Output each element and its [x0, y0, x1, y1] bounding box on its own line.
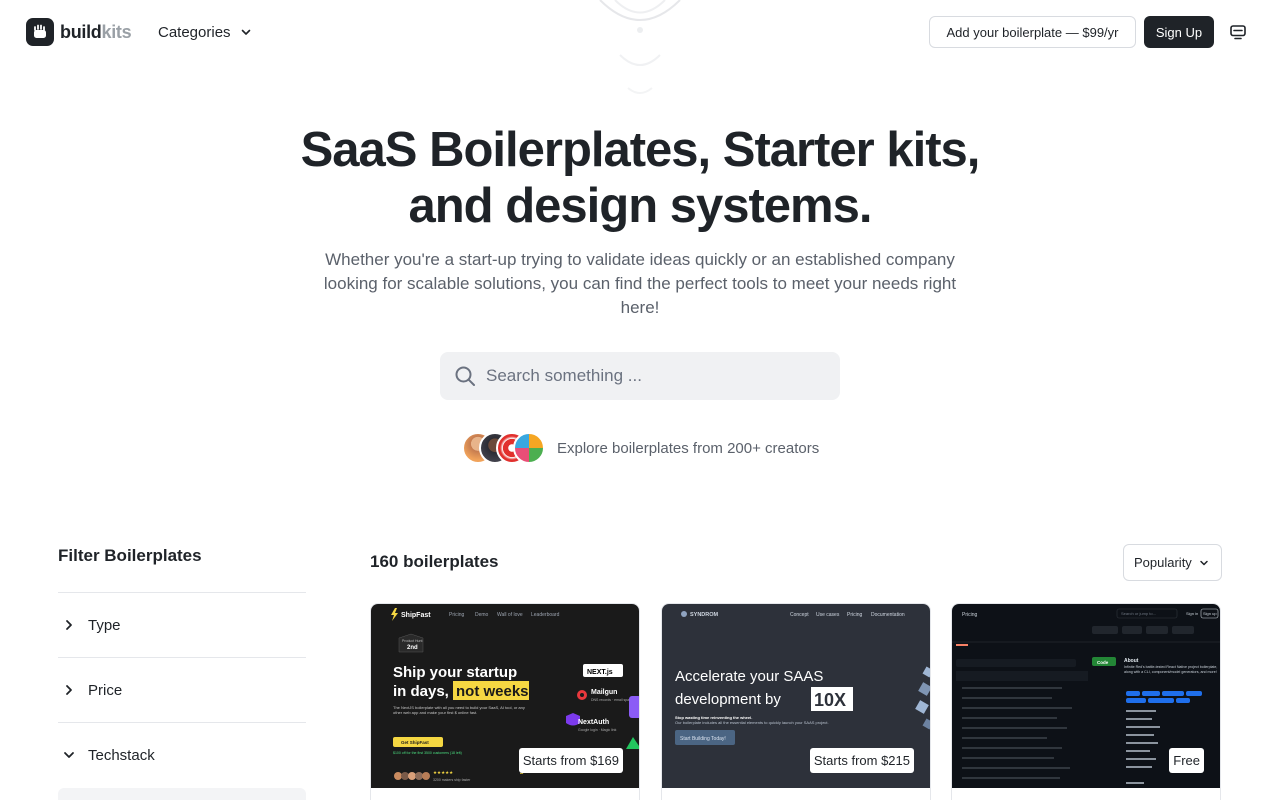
filter-group-label: Type	[88, 616, 121, 634]
cubes-decoration	[915, 666, 930, 730]
creator-avatars	[462, 432, 545, 464]
svg-text:NEXT.js: NEXT.js	[587, 669, 613, 676]
hero-decoration-icon	[599, 0, 681, 94]
repo-signup: Sign up	[1203, 611, 1217, 616]
boilerplate-card[interactable]: Pricing Search or jump to... Sign in Sig…	[951, 603, 1221, 800]
bolt-icon	[391, 608, 398, 621]
svg-text:Mailgun: Mailgun	[591, 689, 617, 696]
card-rating: ★★★★★	[433, 770, 453, 776]
card-brand: ShipFast	[401, 612, 431, 619]
logo-text-light: kits	[101, 21, 132, 42]
svg-text:2nd: 2nd	[407, 645, 418, 651]
chevron-right-icon	[66, 685, 72, 695]
chevron-right-icon	[66, 620, 72, 630]
repo-about-title: About	[1124, 658, 1139, 664]
creators-link[interactable]: Explore boilerplates from 200+ creators	[557, 440, 819, 457]
card-makers: 3200 makers ship faster	[433, 778, 471, 782]
nav-item: Wall of love	[497, 612, 523, 618]
nav-item: Leaderboard	[531, 612, 560, 618]
techstack-option[interactable]	[58, 788, 306, 800]
filter-group-type[interactable]: Type	[58, 592, 306, 657]
card-thumbnail: ShipFast Pricing Demo Wall of love Leade…	[371, 604, 639, 788]
tech-tags: NEXT.js Mailgun DNS records · email spam…	[566, 664, 639, 749]
hero-subtitle: Whether you're a start-up trying to vali…	[323, 250, 957, 317]
filter-group-label: Techstack	[88, 746, 155, 764]
avatar	[513, 432, 545, 464]
price-badge: Starts from $169	[518, 748, 623, 773]
card-headline-highlight: not weeks	[456, 683, 529, 700]
nav-item: Use cases	[816, 612, 840, 618]
chevron-down-icon	[241, 29, 250, 35]
search-icon	[455, 366, 475, 386]
logo-text: buildkits	[60, 21, 132, 43]
nav-item: Concept	[790, 612, 809, 618]
chevron-down-icon	[64, 752, 74, 758]
repo-tab: Pricing	[962, 612, 978, 618]
price-badge: Starts from $215	[809, 748, 914, 773]
filters-title: Filter Boilerplates	[58, 546, 202, 565]
chevron-down-icon	[1200, 560, 1208, 565]
repo-signin: Sign in	[1186, 611, 1198, 616]
product-hunt-badge: Product Hunt 2nd	[398, 633, 424, 653]
card-headline: in days,	[393, 683, 449, 700]
svg-text:NextAuth: NextAuth	[578, 719, 609, 726]
repo-search: Search or jump to...	[1121, 611, 1156, 616]
nav-item: Pricing	[449, 612, 465, 618]
card-headline: development by	[675, 691, 781, 708]
sort-label: Popularity	[1134, 555, 1192, 570]
card-brand: SYNDROM	[690, 612, 719, 618]
card-highlight: 10X	[814, 690, 846, 710]
nav-item: Pricing	[847, 612, 863, 618]
nav-item: Documentation	[871, 612, 905, 618]
shipfast-navbar: ShipFast Pricing Demo Wall of love Leade…	[391, 608, 560, 621]
boilerplate-card[interactable]: ShipFast Pricing Demo Wall of love Leade…	[370, 603, 640, 800]
syndrom-logo-icon	[681, 611, 687, 617]
search-input[interactable]	[486, 366, 806, 386]
results-count: 160 boilerplates	[370, 552, 499, 571]
svg-text:Product Hunt: Product Hunt	[402, 639, 422, 643]
categories-dropdown[interactable]: Categories	[158, 20, 253, 44]
chat-icon[interactable]	[1228, 22, 1248, 42]
svg-text:DNS records · email spam: DNS records · email spam	[591, 698, 632, 702]
boilerplate-card[interactable]: SYNDROM Concept Use cases Pricing Docume…	[661, 603, 931, 800]
svg-text:Google login · Magic link: Google login · Magic link	[578, 728, 617, 732]
search-box[interactable]	[440, 352, 840, 400]
filter-group-price[interactable]: Price	[58, 657, 306, 722]
card-headline: Ship your startup	[393, 664, 517, 681]
card-cta: Get ShipFast	[401, 740, 429, 745]
page-title: SaaS Boilerplates, Starter kits, and des…	[300, 123, 981, 233]
creators-row[interactable]: Explore boilerplates from 200+ creators	[462, 432, 819, 464]
card-thumbnail: Pricing Search or jump to... Sign in Sig…	[952, 604, 1220, 788]
card-body: Our boilerplate includes all the essenti…	[675, 720, 829, 725]
filter-group-label: Price	[88, 681, 123, 699]
card-thumbnail: SYNDROM Concept Use cases Pricing Docume…	[662, 604, 930, 788]
logo-link[interactable]: buildkits	[26, 18, 132, 46]
repo-description: Infinite Red's battle-tested React Nativ…	[1124, 665, 1218, 674]
nav-item: Demo	[475, 612, 489, 618]
categories-label: Categories	[158, 23, 231, 41]
card-cta: Start Building Today!	[680, 736, 726, 742]
card-headline: Accelerate your SAAS	[675, 668, 823, 685]
price-badge: Free	[1169, 748, 1204, 773]
repo-code-button: Code	[1097, 660, 1109, 665]
card-offer: $100 off for the first 3500 customers (1…	[393, 751, 462, 755]
filter-group-techstack[interactable]: Techstack	[58, 722, 306, 787]
logo-text-bold: build	[60, 21, 102, 42]
add-boilerplate-button[interactable]: Add your boilerplate — $99/yr	[929, 16, 1136, 48]
logo-icon	[26, 18, 54, 46]
sign-up-button[interactable]: Sign Up	[1144, 16, 1214, 48]
card-body: The NextJS boilerplate with all you need…	[393, 705, 525, 715]
sort-dropdown[interactable]: Popularity	[1123, 544, 1222, 581]
